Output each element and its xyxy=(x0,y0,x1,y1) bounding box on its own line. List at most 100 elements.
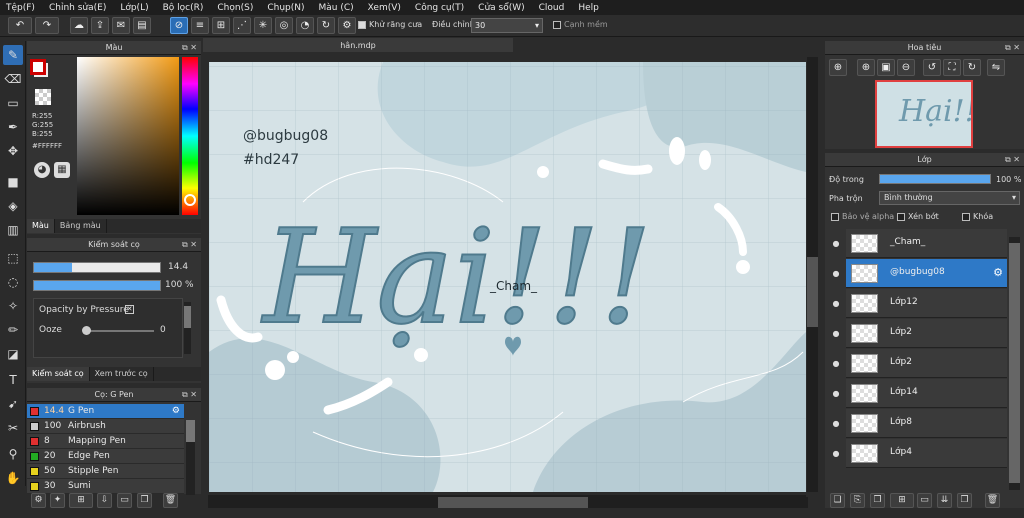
snap-off-icon[interactable]: ⊘ xyxy=(170,17,188,34)
tab-color[interactable]: Màu xyxy=(27,219,55,233)
menu-layer[interactable]: Lớp(L) xyxy=(120,3,148,13)
brush-row[interactable]: 20 Edge Pen xyxy=(27,449,184,464)
curve-snap-icon[interactable]: ◔ xyxy=(296,17,314,34)
cross-snap-icon[interactable]: ⊞ xyxy=(212,17,230,34)
panel-close-icon[interactable]: ⧉ ✕ xyxy=(182,41,197,55)
color-wheel-icon[interactable]: ◕ xyxy=(34,162,50,178)
settings-snap-icon[interactable]: ⚙ xyxy=(338,17,356,34)
folder-icon[interactable]: ▭ xyxy=(117,493,132,508)
menu-filter[interactable]: Bộ lọc(R) xyxy=(163,3,204,13)
lock-option[interactable]: Khóa xyxy=(962,212,993,221)
primary-color-swatch[interactable] xyxy=(30,59,46,75)
import-brush-icon[interactable]: ⇩ xyxy=(97,493,112,508)
bucket-tool-icon[interactable]: ◈ xyxy=(3,196,23,216)
brush-size-slider[interactable] xyxy=(33,262,161,273)
layer-visibility-icon[interactable]: ● xyxy=(829,409,843,438)
menu-view[interactable]: Xem(V) xyxy=(368,3,401,13)
menu-select[interactable]: Chọn(S) xyxy=(217,3,253,13)
zoom-plus-icon[interactable]: ⊕ xyxy=(857,59,875,76)
panel-close-icon[interactable]: ⧉ ✕ xyxy=(1005,41,1020,55)
brush-tool-icon[interactable]: ✎ xyxy=(3,45,23,65)
brush-row[interactable]: 50 Stipple Pen xyxy=(27,464,184,479)
tab-brush-preview[interactable]: Xem trước cọ xyxy=(90,367,154,381)
menu-capture[interactable]: Chụp(N) xyxy=(267,3,304,13)
marquee-tool-icon[interactable]: ⬚ xyxy=(3,248,23,268)
tab-palette[interactable]: Bảng màu xyxy=(55,219,107,233)
layer-folder-icon[interactable]: ▭ xyxy=(917,493,932,508)
layer-visibility-icon[interactable]: ● xyxy=(829,349,843,378)
adjust-select[interactable]: 30 ▾ xyxy=(471,18,543,33)
text-tool-icon[interactable]: T xyxy=(3,370,23,390)
rotate-left-icon[interactable]: ↺ xyxy=(923,59,941,76)
canvas-artwork[interactable]: Hại!!! @bugbug08 #hd247 _Cham_ xyxy=(203,52,823,497)
clipping-checkbox[interactable] xyxy=(897,212,905,221)
antialias-checkbox[interactable] xyxy=(358,20,366,29)
layer-row[interactable]: Lớp4 xyxy=(846,439,1007,468)
cloud-icon[interactable]: ☁ xyxy=(70,17,88,34)
menu-help[interactable]: Help xyxy=(578,3,599,13)
layer-row[interactable]: Lớp2 xyxy=(846,349,1007,378)
brush-options-scrollbar[interactable] xyxy=(184,302,191,354)
menu-window[interactable]: Cửa sổ(W) xyxy=(478,3,524,13)
concentric-snap-icon[interactable]: ◎ xyxy=(275,17,293,34)
layer-visibility-icon[interactable]: ● xyxy=(829,259,843,288)
color-saturation-field[interactable] xyxy=(77,57,179,215)
flip-icon[interactable]: ⇋ xyxy=(987,59,1005,76)
menu-tools[interactable]: Công cụ(T) xyxy=(415,3,464,13)
move-tool-icon[interactable]: ✥ xyxy=(3,141,23,161)
delete-icon[interactable]: 🗑 xyxy=(163,493,178,508)
document-tab[interactable]: hân.mdp xyxy=(203,38,513,53)
fit-icon[interactable]: ▣ xyxy=(877,59,895,76)
new-layer-icon[interactable]: ❏ xyxy=(830,493,845,508)
layers-scrollbar[interactable] xyxy=(1009,237,1020,490)
radial-snap-icon[interactable]: ✳ xyxy=(254,17,272,34)
layer-row[interactable]: _Cham_ xyxy=(846,229,1007,258)
antialias-option[interactable]: Khử răng cưa xyxy=(358,20,422,29)
layer-row[interactable]: Lớp8 xyxy=(846,409,1007,438)
parallel-snap-icon[interactable]: ≡ xyxy=(191,17,209,34)
pen-tool-icon[interactable]: ✒ xyxy=(3,117,23,137)
blend-select[interactable]: Bình thường ▾ xyxy=(879,191,1020,205)
rect-select-tool-icon[interactable]: ▭ xyxy=(3,93,23,113)
opacity-pressure-checkbox[interactable]: ✕ xyxy=(125,305,134,314)
menu-cloud[interactable]: Cloud xyxy=(539,3,565,13)
ooze-handle[interactable] xyxy=(82,326,91,335)
panel-close-icon[interactable]: ⧉ ✕ xyxy=(1005,153,1020,167)
share-icon[interactable]: ⇪ xyxy=(91,17,109,34)
layer-row[interactable]: Lớp14 xyxy=(846,379,1007,408)
protect-alpha-checkbox[interactable] xyxy=(831,212,839,221)
magic-wand-tool-icon[interactable]: ✧ xyxy=(3,296,23,316)
redo-icon[interactable]: ↷ xyxy=(35,17,59,34)
hue-slider[interactable] xyxy=(182,57,198,215)
zoom-in-icon[interactable]: ⊕ xyxy=(829,59,847,76)
duplicate-layer-icon[interactable]: ❐ xyxy=(957,493,972,508)
add-brush-icon[interactable]: ⊞ xyxy=(69,493,93,508)
protect-alpha-option[interactable]: Bảo vệ alpha xyxy=(831,212,894,221)
smooth-edge-option[interactable]: Cạnh mềm xyxy=(553,20,608,29)
select-eraser-tool-icon[interactable]: ◪ xyxy=(3,344,23,364)
eraser-tool-icon[interactable]: ⌫ xyxy=(3,69,23,89)
brush-row[interactable]: 30 Sumi xyxy=(27,479,184,494)
tab-brush-control[interactable]: Kiểm soát cọ xyxy=(27,367,90,381)
layer-visibility-icon[interactable]: ● xyxy=(829,229,843,258)
gradient-tool-icon[interactable]: ▥ xyxy=(3,220,23,240)
new-layer-alt-icon[interactable]: ⎘ xyxy=(850,493,865,508)
panel-close-icon[interactable]: ⧉ ✕ xyxy=(182,388,197,402)
select-pen-tool-icon[interactable]: ✏ xyxy=(3,320,23,340)
layer-visibility-icon[interactable]: ● xyxy=(829,439,843,468)
brush-row[interactable]: 14.4 G Pen ⚙ xyxy=(27,404,184,419)
panel-close-icon[interactable]: ⧉ ✕ xyxy=(182,238,197,252)
brush-settings-icon[interactable]: ⚙ xyxy=(31,493,46,508)
brush-gear-icon[interactable]: ⚙ xyxy=(172,404,180,419)
perspective-snap-icon[interactable]: ⋰ xyxy=(233,17,251,34)
undo-icon[interactable]: ↶ xyxy=(8,17,32,34)
brush-row[interactable]: 100 Airbrush xyxy=(27,419,184,434)
layer-row[interactable]: @bugbug08 ⚙ xyxy=(846,259,1007,288)
menu-color[interactable]: Màu (C) xyxy=(319,3,354,13)
navigator-preview[interactable]: Hại!!! xyxy=(875,80,973,148)
layer-visibility-icon[interactable]: ● xyxy=(829,289,843,318)
zoom-out-icon[interactable]: ⊖ xyxy=(897,59,915,76)
smooth-edge-checkbox[interactable] xyxy=(553,20,561,29)
new-tone-layer-icon[interactable]: ❐ xyxy=(870,493,885,508)
divide-tool-icon[interactable]: ✂ xyxy=(3,418,23,438)
